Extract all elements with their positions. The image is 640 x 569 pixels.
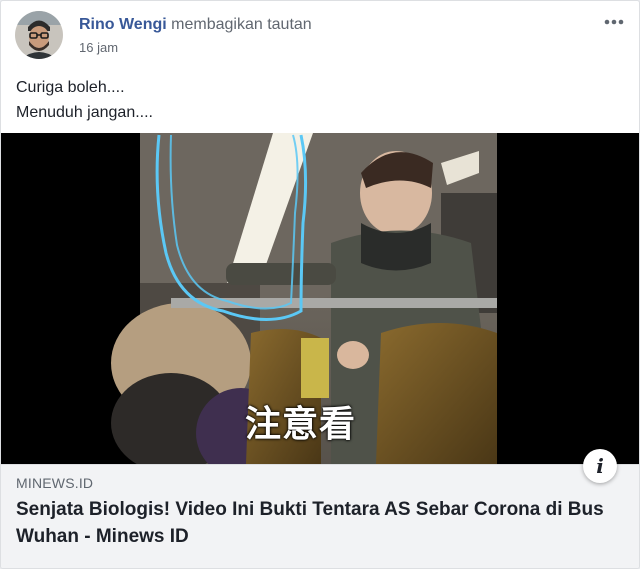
post-options-button[interactable] [603,15,625,29]
info-icon: i [596,454,604,478]
avatar-image [15,11,63,59]
link-info-button[interactable]: i [583,449,617,483]
post-message-line: Menuduh jangan.... [16,104,153,121]
post-message: Curiga boleh.... Menuduh jangan.... [16,75,153,125]
author-name-link[interactable]: Rino Wengi [79,16,167,33]
link-preview-image[interactable]: 注意看 [1,133,639,464]
link-preview-footer[interactable]: i MINEWS.ID Senjata Biologis! Video Ini … [1,449,639,568]
post-action-text: membagikan tautan [171,16,312,33]
post-timestamp[interactable]: 16 jam [79,40,118,55]
video-caption-overlay: 注意看 [245,404,357,445]
link-title[interactable]: Senjata Biologis! Video Ini Bukti Tentar… [16,496,616,550]
post-message-line: Curiga boleh.... [16,79,125,96]
author-avatar[interactable] [15,11,63,59]
feed-post-card: Rino Wengi membagikan tautan 16 jam Curi… [0,0,640,569]
post-header: Rino Wengi membagikan tautan [79,15,312,35]
more-dots-icon [604,19,624,25]
link-domain: MINEWS.ID [16,475,94,491]
